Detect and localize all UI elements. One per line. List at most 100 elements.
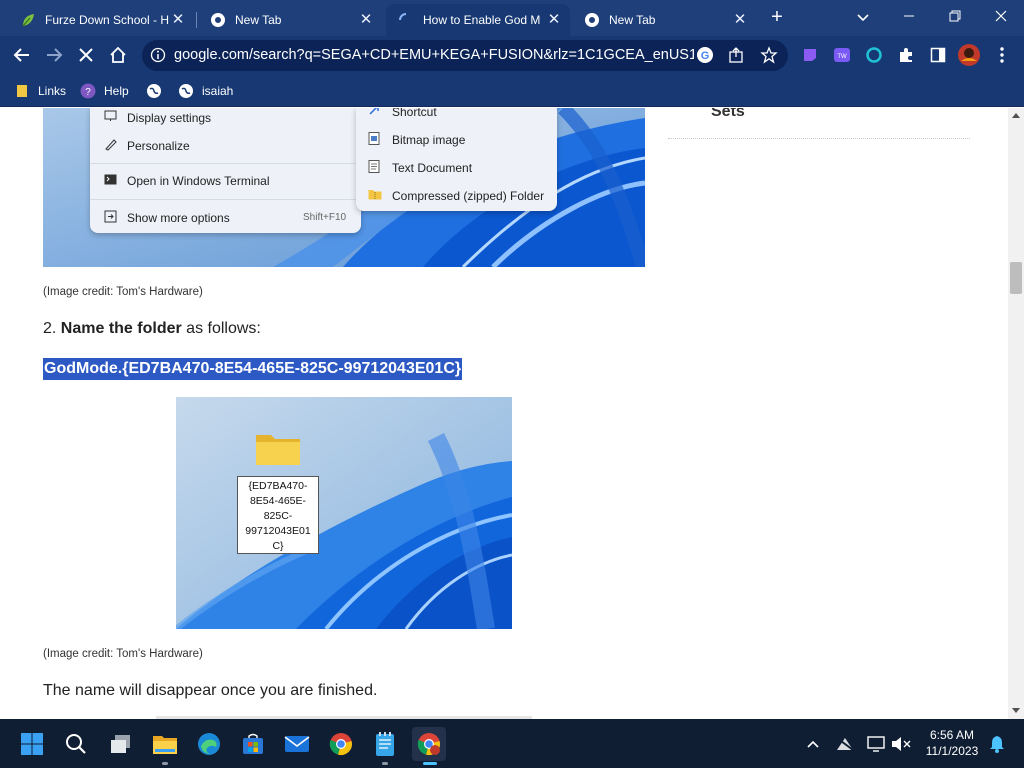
article-image-folder-rename: {ED7BA470- 8E54-465E- 825C- 99712043E01 … [176,397,512,629]
step-bold-text: Name the folder [60,320,182,337]
minimize-button[interactable] [886,0,932,32]
image-credit-caption: (Image credit: Tom's Hardware) [43,286,203,298]
shortcut-icon [368,108,380,119]
network-icon[interactable] [834,733,856,755]
menu-shortcut-text: Shift+F10 [303,212,347,223]
terminal-icon [104,174,117,188]
bookmark-globe[interactable] [146,82,170,100]
side-panel-icon[interactable] [924,41,952,69]
chrome-icon [584,12,600,28]
page-scrollbar[interactable] [1008,108,1024,719]
clock-time: 6:56 AM [929,728,975,742]
web-page-content: Display settings Personalize Open in Win… [0,108,1008,719]
display-projection-icon[interactable] [866,733,888,755]
folder-icon [255,430,301,471]
store-icon[interactable] [236,727,270,761]
task-view-icon[interactable] [104,727,138,761]
google-lens-icon[interactable]: G [696,46,714,69]
menu-item-display-settings: Display settings [104,110,211,125]
step-2-text: 2. Name the folder as follows: [43,320,261,338]
bookmark-links[interactable]: Links [14,82,66,100]
bitmap-icon [368,132,380,148]
bookmark-help[interactable]: ? Help [80,82,129,100]
tab-furze-down-school[interactable]: Furze Down School - H ✕ [8,4,194,36]
notepad-icon[interactable] [368,727,402,765]
site-info-icon[interactable] [150,47,166,68]
menu-item-personalize: Personalize [104,138,190,154]
stop-loading-button[interactable] [72,41,100,69]
article-image-context-menu: Display settings Personalize Open in Win… [43,108,645,267]
zip-folder-icon [368,188,382,203]
tab-new-tab-1[interactable]: New Tab ✕ [198,4,382,36]
close-tab-icon[interactable]: ✕ [358,12,374,28]
close-window-button[interactable] [978,0,1024,32]
forward-button[interactable] [40,41,68,69]
extension-purple-icon[interactable] [796,41,824,69]
edge-icon[interactable] [192,727,226,761]
svg-text:?: ? [85,87,91,98]
more-options-icon [104,210,117,226]
running-indicator [382,762,388,765]
tab-title: New Tab [235,13,282,27]
chrome-menu-icon[interactable] [988,41,1016,69]
volume-muted-icon[interactable] [890,733,912,755]
close-tab-icon[interactable]: ✕ [170,12,186,28]
windows-start-icon[interactable] [15,727,49,761]
show-hidden-icons-chevron-icon[interactable] [802,733,824,755]
file-explorer-icon[interactable] [148,727,182,765]
pen-icon [104,138,117,154]
windows-taskbar: 6:56 AM 11/1/2023 [0,719,1024,768]
tab-title: New Tab [609,13,656,27]
folder-rename-box: {ED7BA470- 8E54-465E- 825C- 99712043E01 … [237,476,319,554]
active-indicator [423,762,437,765]
close-tab-icon[interactable]: ✕ [732,12,748,28]
extensions-puzzle-icon[interactable] [892,41,920,69]
sidebar-heading: Sets [711,108,745,120]
bookmark-star-icon[interactable] [760,46,778,69]
new-submenu: Shortcut Bitmap image Text Document Comp… [356,108,557,211]
text-document-icon [368,160,380,176]
restore-button[interactable] [932,0,978,32]
bookmark-label: Help [104,84,129,98]
windows-wallpaper-image [176,397,512,629]
search-icon[interactable] [59,727,93,761]
display-icon [104,110,117,125]
share-icon[interactable] [728,47,744,68]
profile-avatar[interactable] [955,41,983,69]
submenu-item-zip-folder: Compressed (zipped) Folder [368,188,544,203]
tab-strip: Furze Down School - H ✕ New Tab ✕ How to… [0,0,1024,36]
chrome-icon [210,12,226,28]
back-button[interactable] [8,41,36,69]
url-text[interactable]: google.com/search?q=SEGA+CD+EMU+KEGA+FUS… [174,47,694,63]
extension-tw-icon[interactable]: TW [828,41,856,69]
scrollbar-thumb[interactable] [1010,262,1022,294]
mail-icon[interactable] [280,727,314,761]
tab-search-chevron-icon[interactable] [852,6,874,28]
menu-divider [90,163,361,164]
godmode-folder-name-text[interactable]: GodMode.{ED7BA470-8E54-465E-825C-9971204… [43,358,463,380]
chrome-active-icon[interactable] [412,727,446,765]
svg-text:G: G [701,50,710,62]
close-tab-icon[interactable]: ✕ [546,12,562,28]
address-bar[interactable]: google.com/search?q=SEGA+CD+EMU+KEGA+FUS… [142,40,788,71]
bookmark-label: isaiah [202,84,234,98]
bookmark-isaiah[interactable]: isaiah [178,82,233,100]
notification-bell-icon[interactable] [986,733,1008,755]
sidebar-divider [668,138,970,139]
home-button[interactable] [104,41,132,69]
menu-item-show-more-options: Show more options [104,210,230,226]
tab-new-tab-2[interactable]: New Tab ✕ [572,4,756,36]
new-tab-button[interactable]: + [764,6,790,30]
extension-circle-icon[interactable] [860,41,888,69]
article-paragraph: The name will disappear once you are fin… [43,682,378,699]
taskbar-clock[interactable]: 6:56 AM 11/1/2023 [918,727,986,759]
bookmarks-bar: Links ? Help isaiah [0,74,1024,107]
submenu-item-shortcut: Shortcut [368,108,437,119]
step-rest-text: as follows: [181,320,261,337]
submenu-item-bitmap: Bitmap image [368,132,465,148]
tab-how-to-enable-god-mode[interactable]: How to Enable God M ✕ [386,4,570,36]
svg-text:TW: TW [837,54,847,60]
bookmark-icon [14,83,30,99]
chrome-icon[interactable] [324,727,358,761]
clock-date: 11/1/2023 [925,744,979,758]
